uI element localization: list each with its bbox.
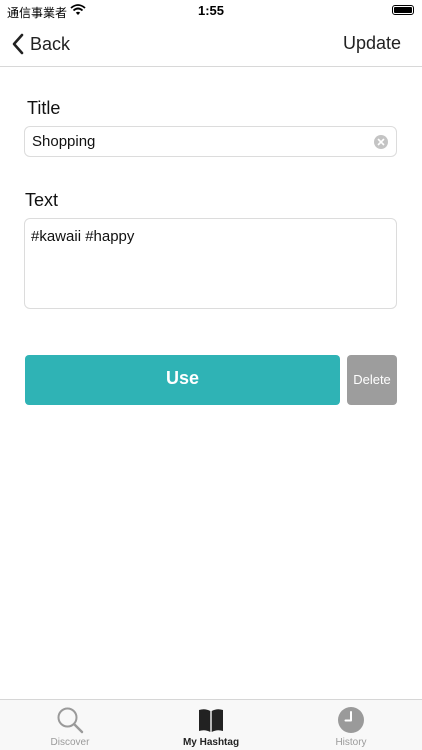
tab-history-label: History <box>335 737 367 748</box>
update-button[interactable]: Update <box>343 33 401 54</box>
navigation-bar: Back Update <box>0 22 422 67</box>
chevron-left-icon <box>12 33 24 55</box>
text-label: Text <box>25 190 59 210</box>
tab-my-hashtag-label: My Hashtag <box>182 737 240 748</box>
tab-my-hashtag[interactable]: My Hashtag <box>141 700 281 750</box>
text-area[interactable]: #kawaii #happy <box>24 218 397 309</box>
battery-icon <box>392 5 414 15</box>
clock-icon <box>338 707 364 733</box>
status-bar: 通信事業者 1:55 <box>0 0 422 22</box>
use-button[interactable]: Use <box>25 355 340 405</box>
magnifier-icon <box>57 707 84 734</box>
book-icon <box>199 709 223 732</box>
clear-icon[interactable] <box>374 135 388 149</box>
tab-discover[interactable]: Discover <box>0 700 140 750</box>
title-field[interactable] <box>24 126 397 157</box>
tab-history[interactable]: History <box>281 700 421 750</box>
tab-bar: Discover My Hashtag History <box>0 699 422 750</box>
back-label: Back <box>30 33 71 54</box>
title-label: Title <box>27 98 61 118</box>
title-input[interactable] <box>32 127 362 156</box>
status-time: 1:55 <box>197 3 225 18</box>
back-button[interactable]: Back <box>10 30 70 58</box>
tab-discover-label: Discover <box>50 737 90 748</box>
delete-button[interactable]: Delete <box>347 355 397 405</box>
